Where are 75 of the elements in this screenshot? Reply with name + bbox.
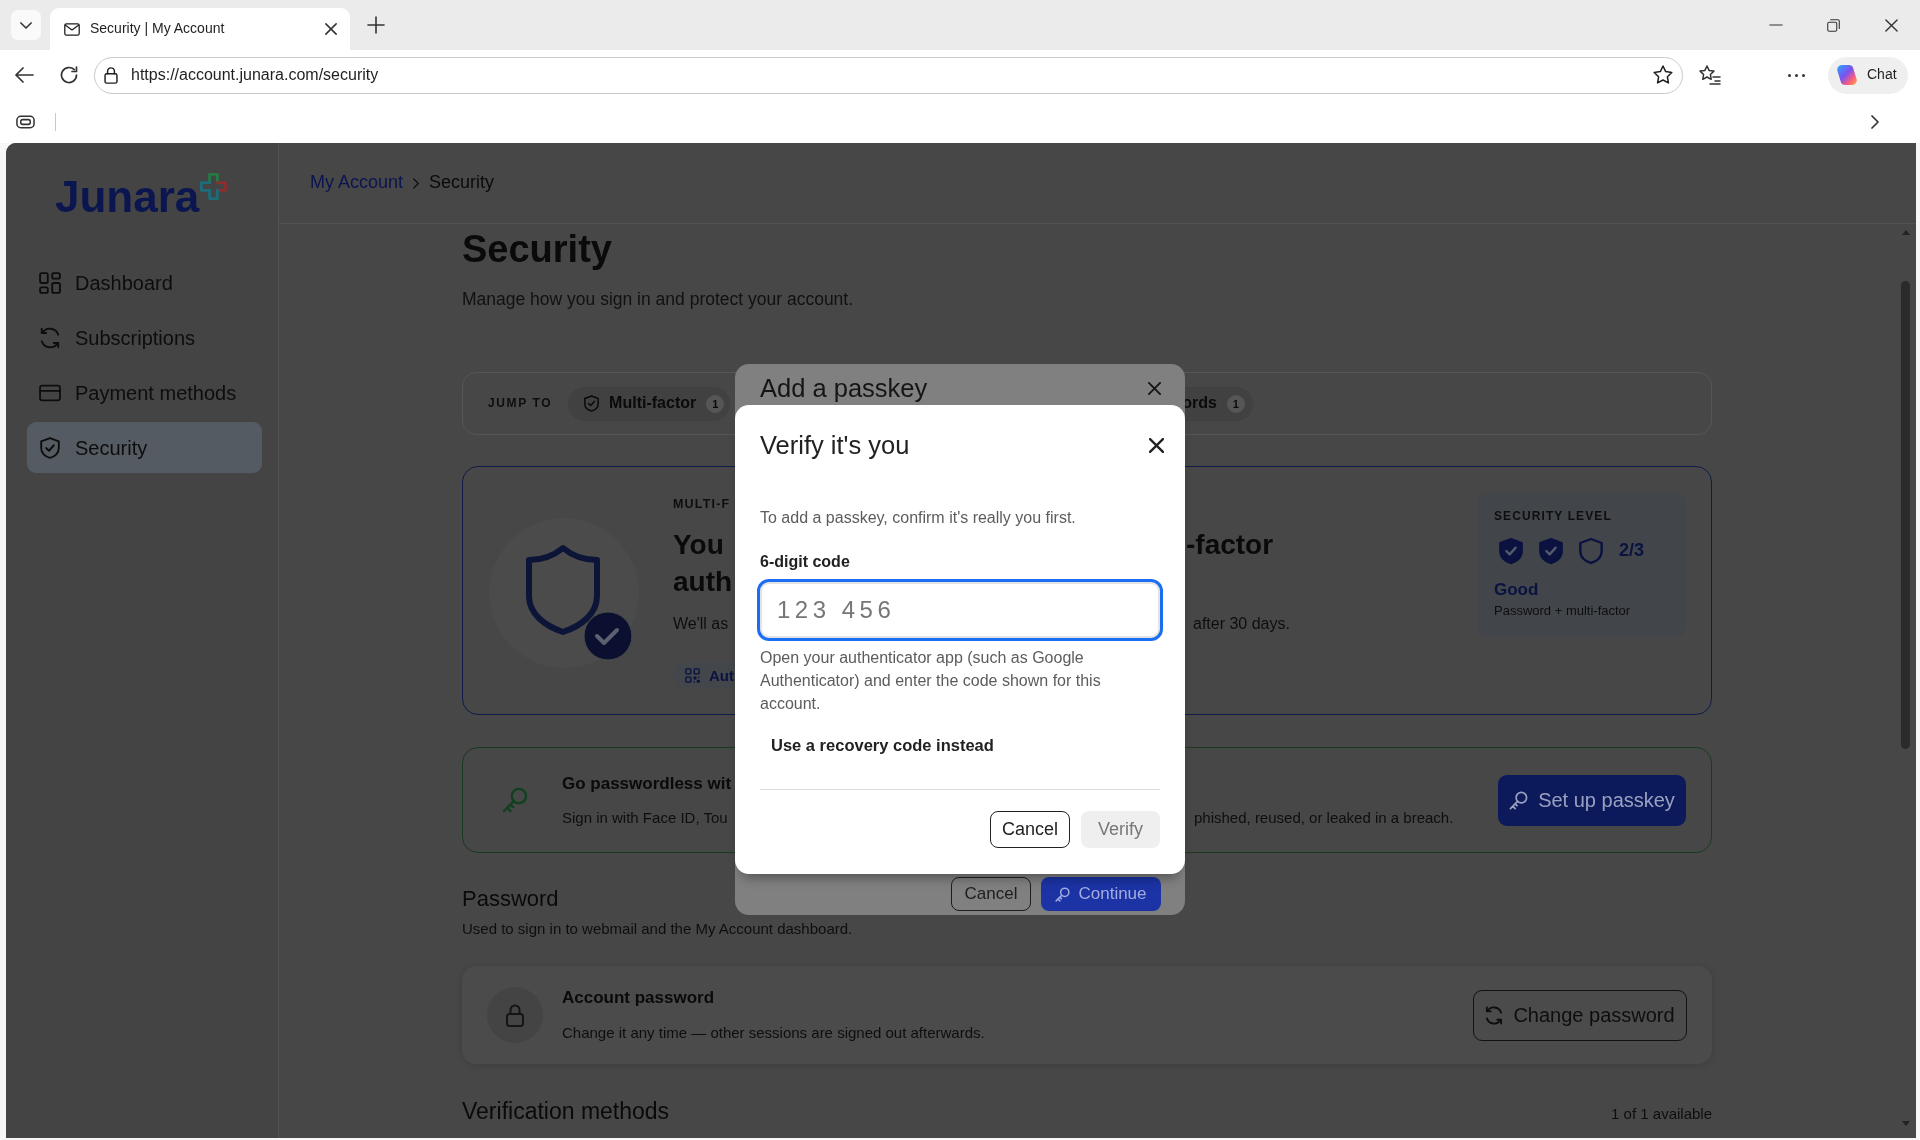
lock-icon	[487, 987, 543, 1043]
shield-check-icon	[584, 395, 600, 412]
back-arrow-icon[interactable]	[15, 67, 34, 83]
rounded-rectangle-icon[interactable]	[16, 114, 35, 129]
dialog-title: Add a passkey	[760, 373, 928, 403]
available-count: 1 of 1 available	[1611, 1104, 1712, 1124]
chip-label: Aut	[709, 665, 734, 686]
secondary-button[interactable]: Cancel	[951, 877, 1031, 911]
count-badge: 1	[706, 394, 725, 413]
key-icon	[1509, 790, 1529, 810]
card-heading: auth	[673, 565, 733, 599]
card-title: Go passwordless wit	[562, 772, 732, 795]
close-icon[interactable]	[325, 23, 337, 35]
logo-text: Junara	[55, 175, 200, 219]
item-text: Change it any time — other sessions are signed out afterwards.	[562, 1023, 985, 1043]
secondary-button[interactable]: Cancel	[989, 811, 1070, 848]
chat-button[interactable]: Chat	[1828, 56, 1908, 94]
close-icon[interactable]	[1149, 437, 1164, 453]
sidebar-item[interactable]: Security	[27, 422, 262, 473]
recovery-code-link[interactable]: Use a recovery code instead	[760, 727, 1005, 763]
favorites-icon[interactable]	[1699, 65, 1721, 85]
envelope-icon	[64, 22, 80, 36]
tab-list-button[interactable]	[11, 10, 41, 40]
card-heading: You	[673, 528, 724, 562]
count-badge: 1	[1226, 394, 1245, 413]
level-detail: Password + multi-factor	[1494, 602, 1631, 620]
dialog-title: Verify it's you	[760, 430, 910, 461]
breadcrumb-current: Security	[429, 171, 495, 195]
sidebar-item[interactable]: Subscriptions	[27, 312, 262, 363]
code-input[interactable]: 123 456	[757, 579, 1163, 641]
help-text: Open your authenticator app (such as Google Authenticator) and enter the code shown for this account.	[760, 648, 1102, 714]
primary-button[interactable]: Continue	[1041, 877, 1161, 911]
level-rating: Good	[1494, 579, 1539, 601]
panel-label: SECURITY LEVEL	[1494, 508, 1612, 524]
sidebar-item[interactable]: Dashboard	[27, 257, 262, 308]
chevron-right-icon[interactable]	[1871, 114, 1879, 129]
sync-icon	[39, 326, 61, 349]
level-score: 2/3	[1619, 539, 1645, 563]
chevron-down-icon	[20, 21, 32, 29]
page-title: Security	[462, 227, 612, 272]
item-title: Account password	[562, 987, 715, 1009]
restore-icon[interactable]	[1827, 18, 1841, 32]
change-password-button[interactable]: Change password	[1473, 989, 1687, 1041]
grid-icon	[39, 271, 61, 294]
chevron-right-icon	[413, 177, 420, 189]
shield-check-icon	[39, 436, 61, 459]
card-heading: -factor	[1186, 528, 1274, 562]
close-icon[interactable]	[1884, 18, 1898, 32]
setup-passkey-button[interactable]: Set up passkey	[1498, 774, 1686, 826]
card-text: after 30 days.	[1193, 613, 1290, 634]
section-eyebrow: MULTI-F	[673, 496, 731, 512]
sidebar-item[interactable]: Payment methods	[27, 367, 262, 418]
jump-label: JUMP TO	[488, 395, 553, 412]
section-subtitle: Used to sign in to webmail and the My Account dashboard.	[462, 919, 853, 939]
scrollbar-thumb[interactable]	[1901, 281, 1910, 749]
key-icon	[502, 787, 528, 813]
field-label: 6-digit code	[760, 552, 850, 572]
chat-icon	[1836, 64, 1858, 86]
browser-tab[interactable]: Security | My Account	[50, 8, 350, 50]
reload-icon[interactable]	[60, 66, 78, 84]
section-title: Password	[462, 885, 559, 913]
plus-icon[interactable]	[367, 16, 385, 34]
more-icon[interactable]	[1788, 73, 1805, 77]
sync-icon	[1485, 1005, 1504, 1025]
card-text: phished, reused, or leaked in a breach.	[1194, 807, 1454, 828]
star-icon[interactable]	[1653, 65, 1673, 85]
cross-icon	[199, 172, 229, 201]
section-title: Verification methods	[462, 1097, 670, 1126]
jump-chip[interactable]: Multi-factor 1	[568, 386, 731, 421]
lock-icon	[104, 66, 118, 84]
dialog-text: To add a passkey, confirm it's really you first.	[760, 508, 1076, 528]
key-icon	[1055, 886, 1071, 902]
minimize-icon[interactable]	[1769, 24, 1784, 26]
qr-code-icon	[685, 667, 700, 683]
card-text: We'll as	[673, 613, 729, 634]
